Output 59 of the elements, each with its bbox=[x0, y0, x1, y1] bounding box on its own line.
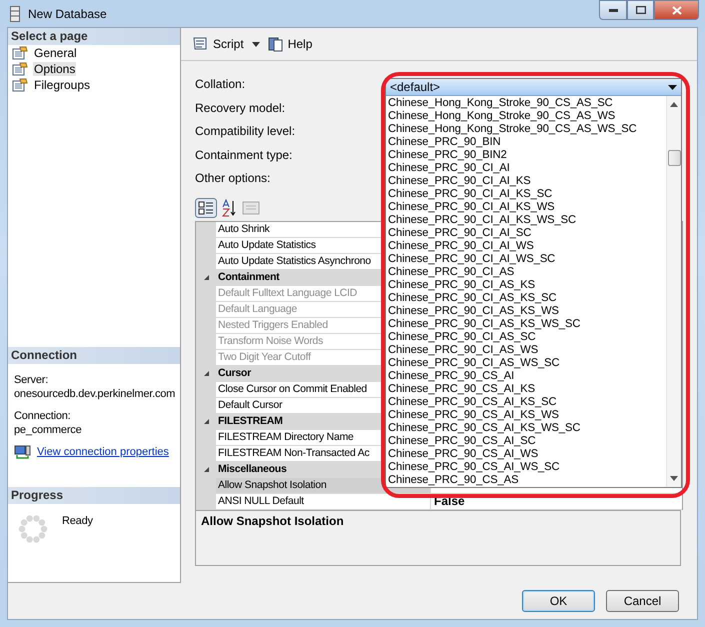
dropdown-option[interactable]: Chinese_PRC_90_CI_AI_KS_WS bbox=[386, 201, 555, 214]
server-label: Server: bbox=[14, 373, 48, 387]
window-title: New Database bbox=[28, 6, 107, 20]
dropdown-option[interactable]: Chinese_PRC_90_CI_AI_KS bbox=[386, 175, 531, 188]
page-icon bbox=[12, 46, 28, 60]
dropdown-option[interactable]: Chinese_Hong_Kong_Stroke_90_CS_AS_WS bbox=[386, 110, 616, 123]
connection-label: Connection: bbox=[14, 409, 71, 423]
collapse-triangle-icon[interactable] bbox=[202, 466, 210, 473]
field-label: Containment type: bbox=[195, 148, 292, 164]
connection-properties-link[interactable]: View connection properties bbox=[37, 446, 169, 458]
collapse-triangle-icon[interactable] bbox=[202, 418, 210, 425]
field-label: Other options: bbox=[195, 171, 270, 187]
section-header: Connection bbox=[8, 347, 180, 364]
database-icon bbox=[10, 6, 20, 22]
minimize-button[interactable] bbox=[599, 0, 627, 20]
scrollbar[interactable] bbox=[666, 96, 681, 487]
spinner-icon bbox=[18, 514, 48, 544]
caret-icon[interactable] bbox=[252, 42, 260, 46]
dropdown-option[interactable]: Chinese_Hong_Kong_Stroke_90_CS_AS_WS_SC bbox=[386, 123, 637, 136]
dropdown-option[interactable]: Chinese_Hong_Kong_Stroke_90_CS_AS_SC bbox=[386, 97, 613, 110]
close-button[interactable] bbox=[654, 0, 699, 20]
field-label: Collation: bbox=[195, 77, 246, 93]
book-icon bbox=[268, 36, 284, 52]
scroll-down-icon[interactable] bbox=[670, 476, 678, 481]
close-icon bbox=[672, 6, 682, 14]
property-name[interactable]: ANSI NULL Default bbox=[216, 494, 430, 510]
dropdown-option[interactable]: Chinese_PRC_90_CI_AI_KS_SC bbox=[386, 188, 552, 201]
scroll-icon bbox=[191, 36, 209, 52]
maximize-button[interactable] bbox=[627, 0, 654, 20]
dropdown-arrow-icon[interactable] bbox=[668, 84, 677, 90]
page-item[interactable]: General bbox=[33, 46, 78, 60]
sort-alphabetical-icon[interactable] bbox=[221, 198, 237, 216]
dropdown-option[interactable]: Chinese_PRC_90_CI_AI bbox=[386, 162, 510, 175]
computer-icon bbox=[14, 445, 31, 459]
progress-status: Ready bbox=[62, 514, 93, 528]
cancel-button[interactable]: Cancel bbox=[606, 590, 679, 612]
description-title: Allow Snapshot Isolation bbox=[201, 514, 344, 528]
scroll-up-icon[interactable] bbox=[670, 102, 678, 107]
page-item[interactable]: Filegroups bbox=[33, 78, 92, 92]
field-label: Recovery model: bbox=[195, 100, 286, 116]
section-header: Select a page bbox=[8, 28, 180, 45]
scrollbar-thumb[interactable] bbox=[668, 150, 681, 166]
ok-button[interactable]: OK bbox=[522, 590, 595, 612]
minimize-icon bbox=[608, 8, 618, 12]
page-item[interactable]: Options bbox=[33, 62, 76, 76]
script-button[interactable]: Script bbox=[189, 34, 246, 54]
help-button[interactable]: Help bbox=[266, 34, 314, 54]
categorized-view-icon[interactable] bbox=[195, 198, 217, 218]
page-icon bbox=[12, 78, 28, 92]
connection-name: pe_commerce bbox=[14, 423, 82, 437]
server-name: onesourcedb.dev.perkinelmer.com bbox=[14, 387, 176, 401]
field-label: Compatibility level: bbox=[195, 124, 296, 140]
maximize-icon bbox=[636, 6, 646, 14]
dropdown-option[interactable]: Chinese_PRC_90_BIN2 bbox=[386, 149, 507, 162]
section-header: Progress bbox=[8, 487, 180, 504]
collapse-triangle-icon[interactable] bbox=[202, 274, 210, 281]
collapse-triangle-icon[interactable] bbox=[202, 370, 210, 377]
page-icon bbox=[12, 62, 28, 76]
dropdown-option[interactable]: Chinese_PRC_90_BIN bbox=[386, 136, 501, 149]
